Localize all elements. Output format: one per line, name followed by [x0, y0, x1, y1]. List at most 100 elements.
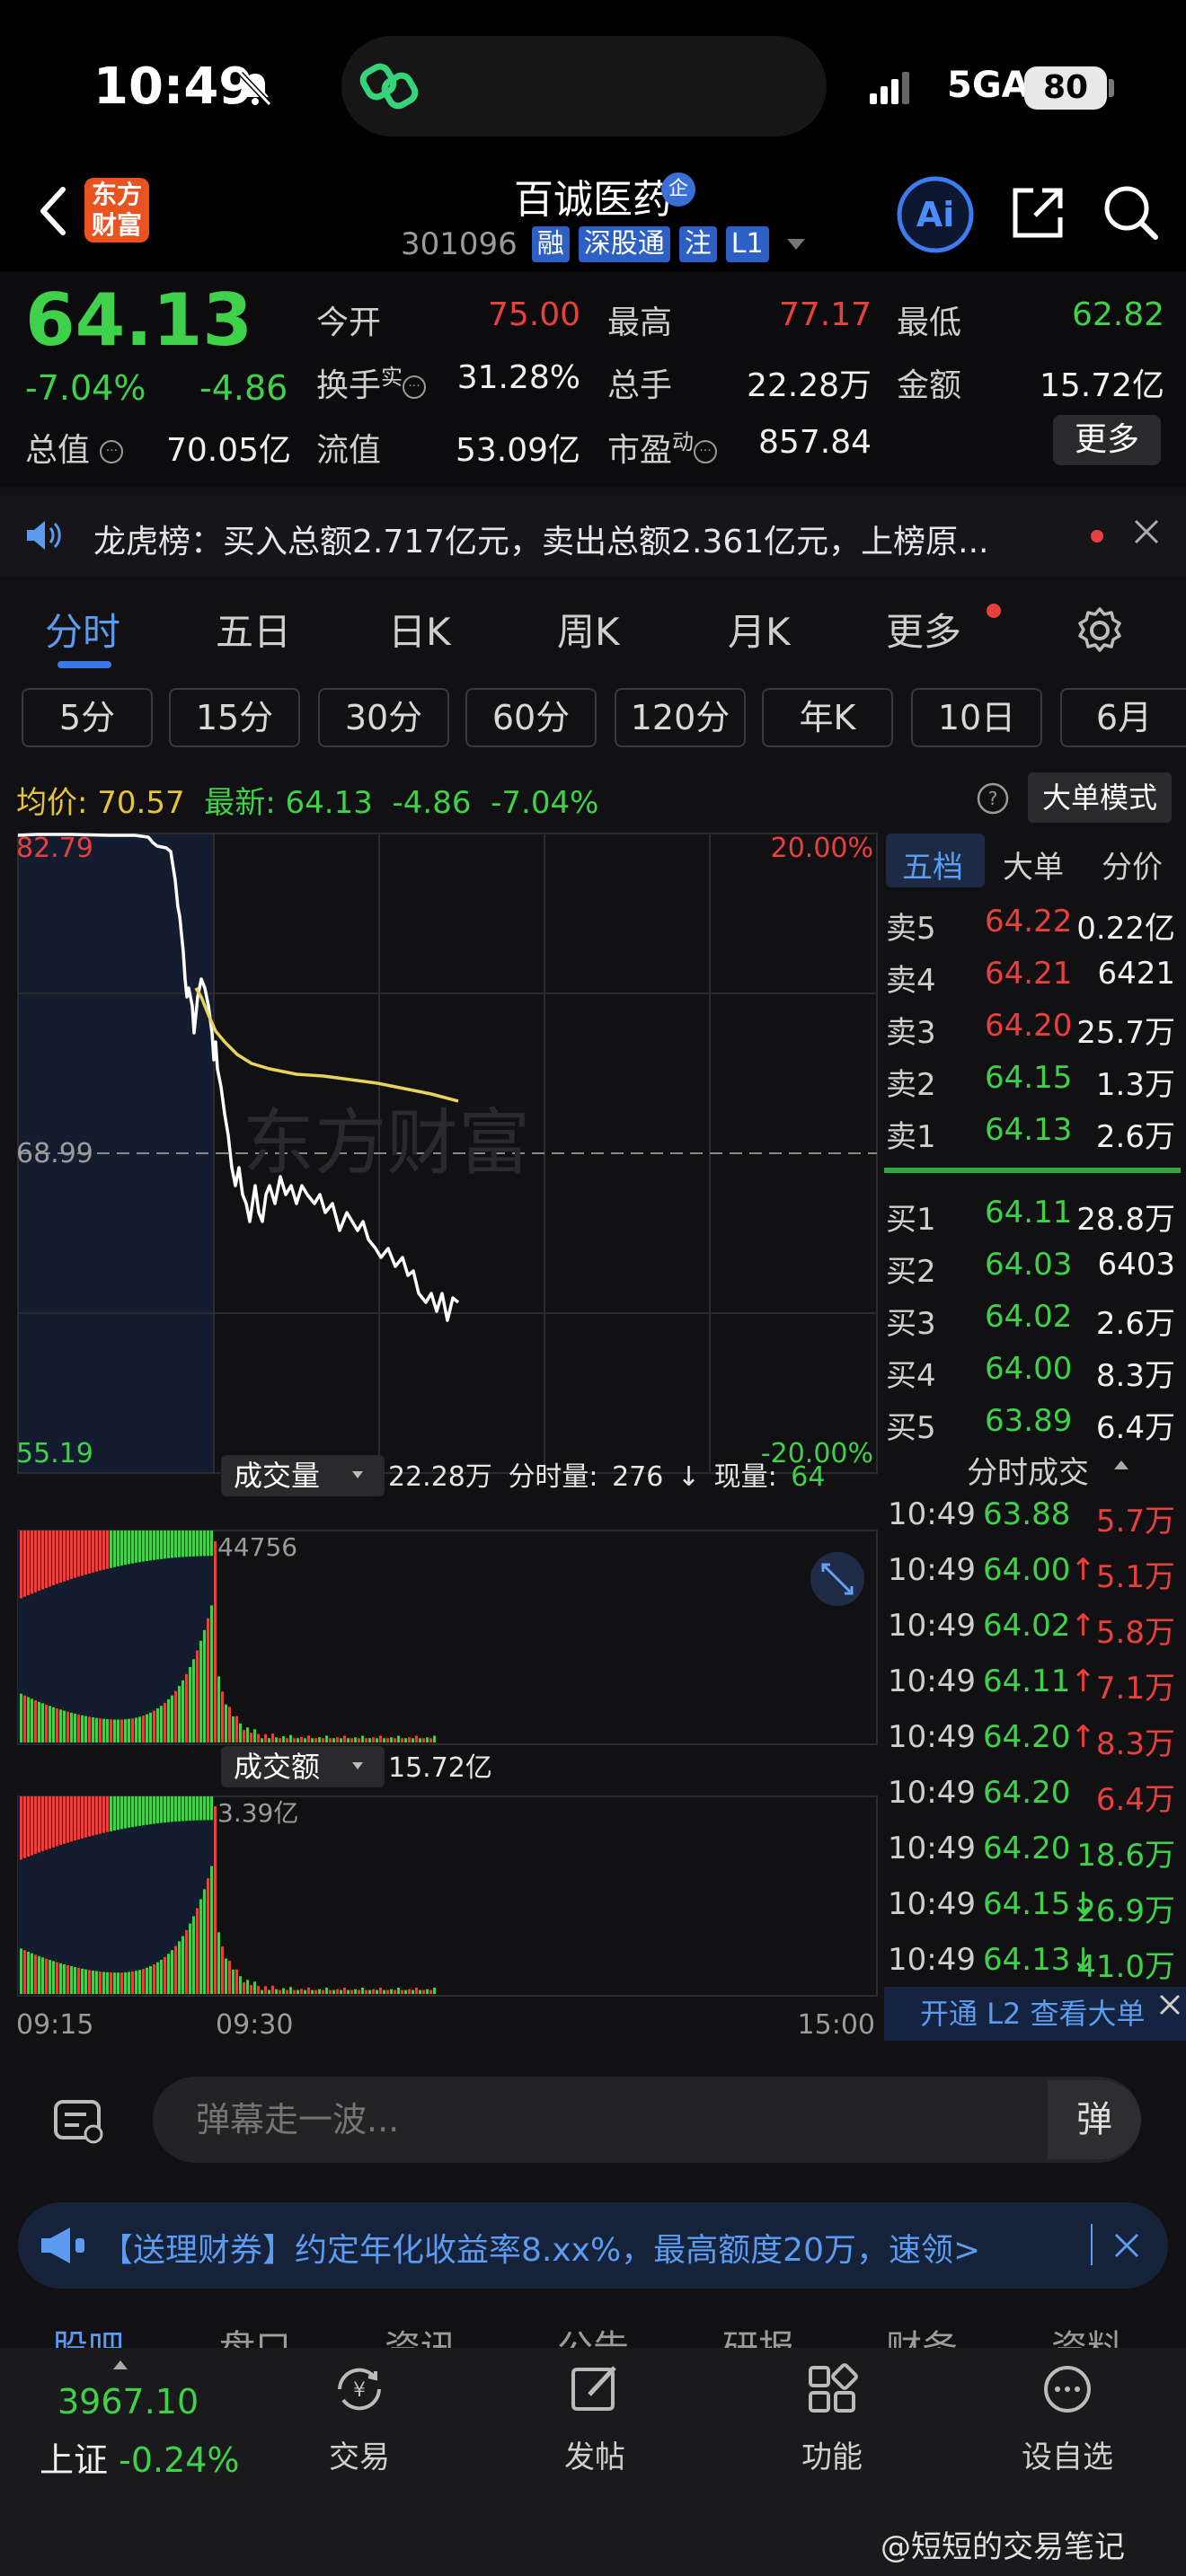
amount-bar	[286, 1989, 288, 1994]
close-icon[interactable]	[1132, 517, 1161, 546]
tab-more[interactable]: 更多	[886, 602, 961, 657]
volume-bar	[171, 1695, 173, 1742]
volume-bar	[228, 1707, 231, 1742]
ask-row-5[interactable]: 卖5 64.22 0.22亿	[884, 898, 1181, 950]
amount-bar	[38, 1796, 40, 1853]
mcap-label[interactable]: 总值 ···	[25, 424, 124, 471]
bid-row-5[interactable]: 买5 63.89 6.4万	[884, 1398, 1181, 1450]
amount-bar	[379, 1987, 382, 1994]
amount-bar	[92, 1970, 94, 1994]
volume-bar	[81, 1531, 84, 1576]
bid-row-4[interactable]: 买4 64.00 8.3万	[884, 1345, 1181, 1398]
nav-post[interactable]: 发帖	[532, 2360, 658, 2476]
amount-bar	[257, 1986, 260, 1994]
share-icon[interactable]	[1006, 181, 1069, 244]
volume-bar	[102, 1718, 105, 1742]
trade-time: 10:49	[888, 1496, 976, 1532]
tab-weekly-k[interactable]: 周K	[557, 602, 620, 657]
volume-bar	[49, 1531, 51, 1587]
period-10day[interactable]: 10日	[911, 688, 1042, 747]
stock-code-row[interactable]: 301096 融 深股通 注 L1	[401, 225, 805, 264]
promo-text[interactable]: 【送理财券】约定年化收益率8.xx%，最高额度20万，速领>	[101, 2224, 980, 2271]
period-30min[interactable]: 30分	[318, 688, 449, 747]
gear-icon[interactable]	[1075, 605, 1125, 656]
amount-bar	[426, 1989, 429, 1994]
turnover-label[interactable]: 换手实 ···	[316, 359, 427, 406]
volume-bar	[322, 1738, 324, 1742]
help-icon[interactable]: ?	[976, 781, 1010, 816]
ask-row-3[interactable]: 卖3 64.20 25.7万	[884, 1002, 1181, 1054]
ask-row-2[interactable]: 卖2 64.15 1.3万	[884, 1054, 1181, 1107]
danmu-toggle-button[interactable]: 弹	[1048, 2080, 1141, 2159]
nav-trade-label: 交易	[329, 2439, 390, 2475]
nav-trade[interactable]: ¥ 交易	[296, 2360, 422, 2476]
volume-bar	[160, 1531, 163, 1559]
volume-bar	[189, 1531, 191, 1557]
volume-bar	[56, 1531, 58, 1584]
trade-volume: 6.4万	[1095, 1782, 1175, 1818]
bid-row-3[interactable]: 买3 64.02 2.6万	[884, 1293, 1181, 1345]
nav-add-watchlist[interactable]: 设自选	[1005, 2360, 1130, 2476]
intraday-chart[interactable]: 东方财富 82.79 68.99 55.19 20.00% -20.00% 成交…	[0, 826, 881, 2057]
amount-bar	[196, 1908, 199, 1994]
tab-intraday[interactable]: 分时	[45, 602, 120, 657]
nav-functions[interactable]: 功能	[769, 2360, 895, 2476]
period-6month[interactable]: 6月	[1060, 688, 1186, 747]
period-year-k[interactable]: 年K	[762, 688, 893, 747]
amount-bar	[210, 1866, 213, 1994]
close-icon[interactable]	[1112, 2231, 1141, 2260]
search-icon[interactable]	[1098, 180, 1163, 244]
trades-title[interactable]: 分时成交	[967, 1448, 1089, 1492]
volume-bar	[66, 1531, 69, 1581]
tab-five-levels[interactable]: 五档	[902, 842, 963, 887]
big-order-mode-button[interactable]: 大单模式	[1028, 772, 1172, 823]
more-button[interactable]: 更多	[1053, 415, 1161, 465]
amount-bar	[120, 1796, 123, 1830]
tab-five-day[interactable]: 五日	[216, 602, 291, 657]
period-15min[interactable]: 15分	[169, 688, 300, 747]
danmu-input[interactable]	[153, 2077, 1141, 2163]
volume-bar	[185, 1531, 188, 1557]
bid-row-1[interactable]: 买1 64.11 28.8万	[884, 1189, 1181, 1241]
volume-bar	[59, 1531, 62, 1584]
tab-daily-k[interactable]: 日K	[388, 602, 451, 657]
volume-bar	[365, 1738, 367, 1742]
enterprise-badge: 企	[661, 172, 695, 207]
period-120min[interactable]: 120分	[615, 688, 746, 747]
tab-big-orders[interactable]: 大单	[1003, 842, 1064, 887]
amount-bar	[56, 1962, 58, 1994]
danmu-settings-icon[interactable]	[50, 2093, 108, 2150]
amount-bar	[293, 1989, 296, 1994]
volume-bar	[250, 1733, 252, 1742]
notice-text[interactable]: 龙虎榜：买入总额2.717亿元，卖出总额2.361亿元，上榜原...	[93, 516, 988, 562]
volume-bar	[41, 1703, 44, 1742]
ask-row-1[interactable]: 卖1 64.13 2.6万	[884, 1107, 1181, 1159]
last-price: 64.13	[25, 278, 253, 362]
bid-row-2[interactable]: 买2 64.03 6403	[884, 1241, 1181, 1293]
trade-price-value: 64.11	[983, 1663, 1071, 1699]
index-value[interactable]: 3967.10	[58, 2382, 199, 2422]
pe-label[interactable]: 市盈动 ···	[607, 424, 718, 471]
period-60min[interactable]: 60分	[465, 688, 597, 747]
l2-upgrade-banner[interactable]: 开通 L2 查看大单	[884, 1987, 1186, 2041]
amount-bar	[311, 1989, 314, 1994]
tab-monthly-k[interactable]: 月K	[728, 602, 791, 657]
amount-bar	[408, 1989, 411, 1994]
amount-bar	[84, 1969, 87, 1994]
volume-bar	[95, 1717, 98, 1742]
ask-row-4[interactable]: 卖4 64.21 6421	[884, 950, 1181, 1002]
period-5min[interactable]: 5分	[22, 688, 153, 747]
volume-bar	[246, 1727, 249, 1742]
index-name-row[interactable]: 上证 -0.24%	[40, 2432, 240, 2482]
amount-bar	[124, 1796, 127, 1829]
tab-price-volume[interactable]: 分价	[1102, 842, 1163, 887]
amount-bar	[235, 1969, 238, 1994]
price-summary-row: 均价: 70.57 最新: 64.13 -4.86 -7.04%	[16, 778, 598, 822]
trade-time: 10:49	[888, 1775, 976, 1811]
close-icon[interactable]	[1157, 1992, 1182, 2017]
amount-bar	[59, 1963, 62, 1994]
bid-volume: 28.8万	[1076, 1202, 1175, 1238]
amount-bar	[347, 1989, 350, 1994]
ai-assistant-icon[interactable]: Ai	[895, 174, 976, 255]
amount-bar	[246, 1980, 249, 1994]
